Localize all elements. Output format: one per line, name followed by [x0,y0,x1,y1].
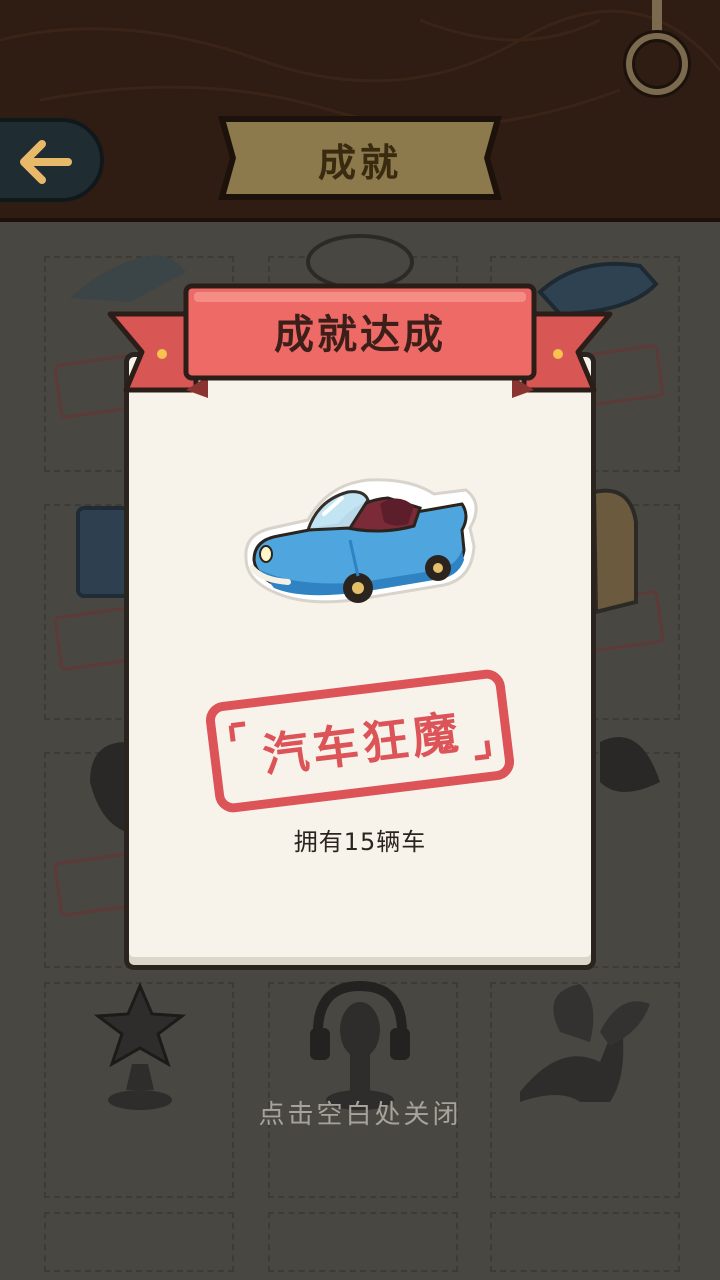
back-arrow-icon [20,140,72,184]
close-hint: 点击空白处关闭 [258,1100,462,1130]
back-button[interactable] [0,118,104,202]
convertible-car-icon [244,478,478,604]
achievement-modal [124,352,596,970]
ribbon-title: 成就达成 [274,312,446,358]
hook-ring-icon [623,0,691,98]
achievement-description: 拥有15辆车 [293,828,427,856]
page-title: 成就 [317,141,402,185]
